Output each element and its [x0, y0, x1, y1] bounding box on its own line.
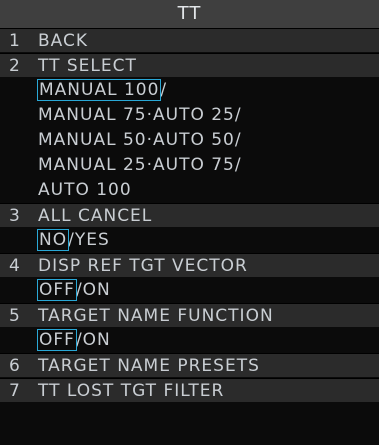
menu-item-number: 6 — [9, 356, 21, 376]
all-cancel-options: NO/YES — [0, 228, 379, 253]
option-separator: / — [234, 155, 242, 175]
menu-item-target-name-function[interactable]: 5 TARGET NAME FUNCTION — [0, 303, 379, 327]
menu-item-number: 5 — [9, 306, 21, 326]
option-separator: / — [68, 230, 75, 250]
menu-item-tt-lost-tgt-filter[interactable]: 7 TT LOST TGT FILTER — [0, 378, 379, 402]
menu-item-target-name-presets[interactable]: 6 TARGET NAME PRESETS — [0, 353, 379, 377]
tt-select-option-manual-75-auto-25[interactable]: MANUAL 75·AUTO 25 — [38, 105, 235, 125]
menu-item-all-cancel[interactable]: 3 ALL CANCEL — [0, 203, 379, 227]
disp-ref-tgt-vector-option-on[interactable]: ON — [83, 280, 111, 300]
tt-select-option-row: MANUAL 75·AUTO 25/ — [0, 103, 379, 128]
menu-item-label: TARGET NAME PRESETS — [38, 356, 260, 376]
menu-item-number: 4 — [9, 256, 21, 276]
menu-item-number: 1 — [9, 31, 21, 51]
tt-select-option-manual-50-auto-50[interactable]: MANUAL 50·AUTO 50 — [38, 130, 235, 150]
disp-ref-tgt-vector-option-off[interactable]: OFF — [37, 279, 77, 301]
tt-select-option-auto-100[interactable]: AUTO 100 — [38, 180, 132, 200]
menu-item-label: BACK — [38, 31, 89, 51]
target-name-function-option-on[interactable]: ON — [83, 330, 111, 350]
menu-item-number: 7 — [9, 381, 21, 401]
all-cancel-option-yes[interactable]: YES — [75, 230, 110, 250]
disp-ref-tgt-vector-options: OFF/ON — [0, 278, 379, 303]
menu-item-disp-ref-tgt-vector[interactable]: 4 DISP REF TGT VECTOR — [0, 253, 379, 277]
menu-item-label: TARGET NAME FUNCTION — [38, 306, 274, 326]
tt-select-option-manual-100[interactable]: MANUAL 100 — [36, 79, 162, 101]
option-separator: / — [160, 80, 168, 100]
menu-item-tt-select[interactable]: 2 TT SELECT — [0, 53, 379, 77]
target-name-function-options: OFF/ON — [0, 328, 379, 353]
all-cancel-option-no[interactable]: NO — [36, 229, 70, 251]
menu-item-number: 3 — [9, 206, 21, 226]
menu-item-label: TT LOST TGT FILTER — [38, 381, 225, 401]
tt-select-option-row: MANUAL 25·AUTO 75/ — [0, 153, 379, 178]
menu-item-label: DISP REF TGT VECTOR — [38, 256, 248, 276]
menu-item-back[interactable]: 1 BACK — [0, 28, 379, 52]
option-separator: / — [234, 105, 242, 125]
tt-select-option-manual-25-auto-75[interactable]: MANUAL 25·AUTO 75 — [38, 155, 235, 175]
menu-item-number: 2 — [9, 56, 21, 76]
menu-item-label: ALL CANCEL — [38, 206, 153, 226]
option-separator: / — [75, 280, 83, 300]
menu-title: TT — [0, 0, 379, 28]
tt-select-option-row: MANUAL 50·AUTO 50/ — [0, 128, 379, 153]
target-name-function-option-off[interactable]: OFF — [37, 329, 77, 351]
tt-select-option-row: MANUAL 100/ — [0, 78, 379, 103]
menu-item-label: TT SELECT — [38, 56, 137, 76]
tt-select-option-row: AUTO 100 — [0, 178, 379, 203]
option-separator: / — [75, 330, 83, 350]
tt-menu-panel: TT 1 BACK 2 TT SELECT MANUAL 100/ MANUAL… — [0, 0, 379, 445]
option-separator: / — [234, 130, 242, 150]
